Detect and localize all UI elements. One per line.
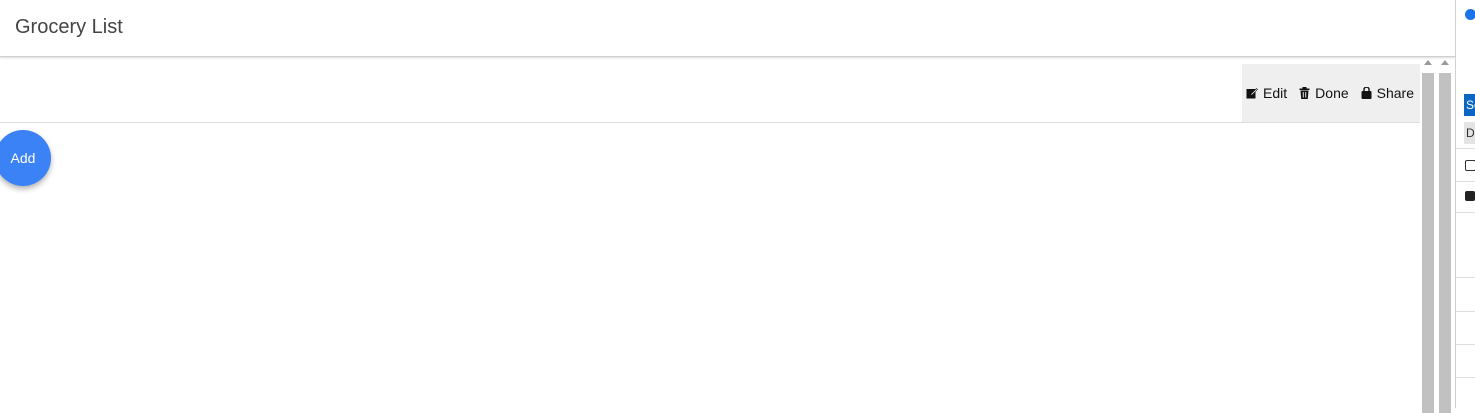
done-label: Done [1315,85,1349,101]
divider [1456,344,1475,345]
side-primary-button[interactable]: Se [1464,94,1475,116]
action-bar: Edit Done Share [1242,64,1420,122]
divider [1456,181,1475,182]
divider [1456,148,1475,149]
divider [1456,212,1475,213]
divider [1456,311,1475,312]
side-panel: Se D [1455,0,1475,408]
done-button[interactable]: Done [1299,85,1349,101]
scrollbar-thumb[interactable] [1422,73,1434,413]
app-window: Grocery List Edit Done Share Add [0,0,1455,408]
scroll-up-arrow-icon[interactable] [1441,60,1449,65]
page-title: Grocery List [15,16,123,38]
edit-button[interactable]: Edit [1246,85,1287,101]
edit-icon [1246,88,1258,99]
share-button[interactable]: Share [1361,85,1414,101]
share-icon [1361,87,1372,99]
share-label: Share [1376,85,1414,101]
info-icon[interactable] [1465,9,1475,20]
scrollbar-thumb[interactable] [1439,73,1451,413]
outer-scrollbar[interactable] [1438,58,1452,413]
comment-icon[interactable] [1465,160,1475,171]
divider [1456,277,1475,278]
scroll-up-arrow-icon[interactable] [1424,60,1432,65]
inner-scrollbar[interactable] [1421,58,1435,413]
app-header: Grocery List [0,0,1455,57]
trash-icon [1299,87,1310,99]
add-button[interactable]: Add [0,130,51,186]
panel-icon[interactable] [1465,191,1475,201]
edit-label: Edit [1263,85,1288,101]
toolbar-row: Edit Done Share [0,64,1420,123]
side-secondary-button[interactable]: D [1464,122,1475,144]
divider [1456,377,1475,378]
